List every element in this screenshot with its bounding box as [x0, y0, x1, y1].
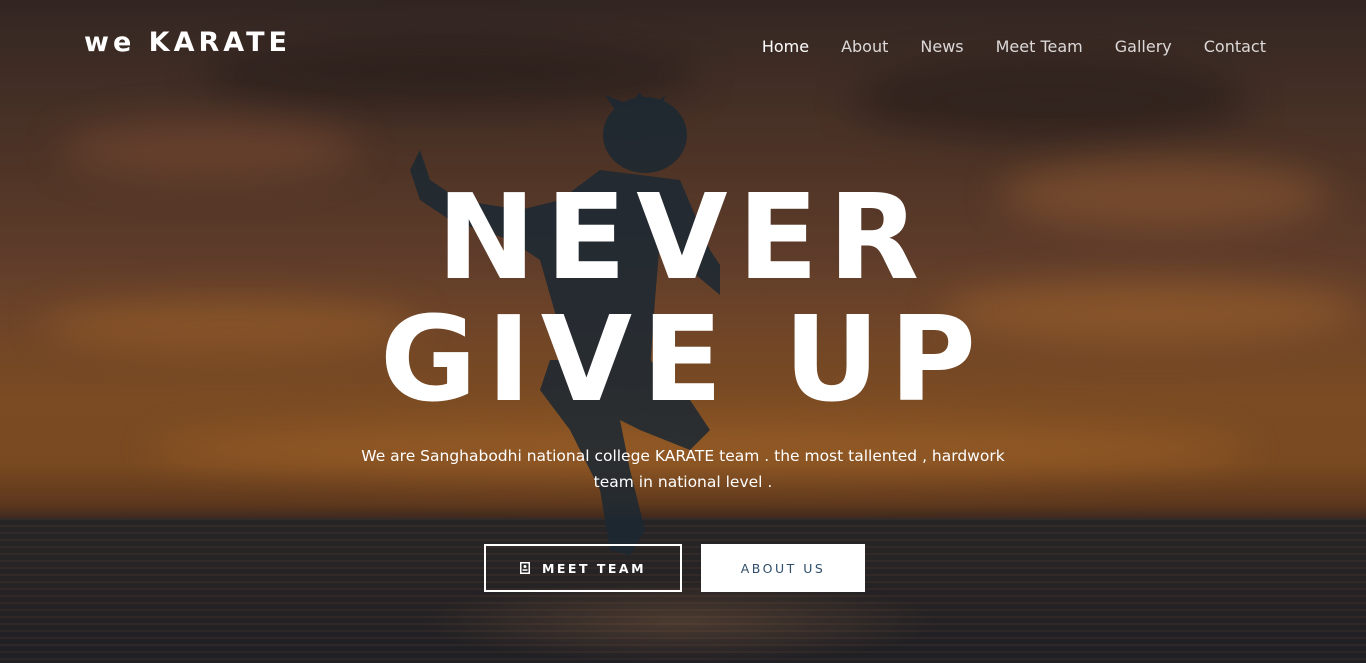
nav-item-news[interactable]: News	[920, 37, 963, 56]
tagline-line-1: We are Sanghabodhi national college KARA…	[361, 447, 1005, 465]
meet-team-button[interactable]: MEET TEAM	[484, 544, 682, 592]
main-nav: Home About News Meet Team Gallery Contac…	[762, 37, 1266, 56]
headline-line-2: GIVE UP	[379, 290, 987, 428]
nav-item-meet-team[interactable]: Meet Team	[996, 37, 1083, 56]
headline-line-1: NEVER	[436, 168, 930, 306]
about-us-button[interactable]: ABOUT US	[701, 544, 865, 592]
nav-item-gallery[interactable]: Gallery	[1115, 37, 1172, 56]
nav-item-home[interactable]: Home	[762, 37, 809, 56]
about-us-button-label: ABOUT US	[740, 560, 826, 576]
contact-card-icon	[519, 562, 530, 574]
meet-team-button-label: MEET TEAM	[541, 560, 647, 576]
tagline-line-2: team in national level .	[593, 473, 773, 491]
hero-section: we KARATE Home About News Meet Team Gall…	[0, 0, 1366, 663]
hero-tagline: We are Sanghabodhi national college KARA…	[340, 443, 1026, 495]
nav-item-contact[interactable]: Contact	[1204, 37, 1266, 56]
nav-item-about[interactable]: About	[841, 37, 888, 56]
brand-logo[interactable]: we KARATE	[84, 27, 291, 58]
